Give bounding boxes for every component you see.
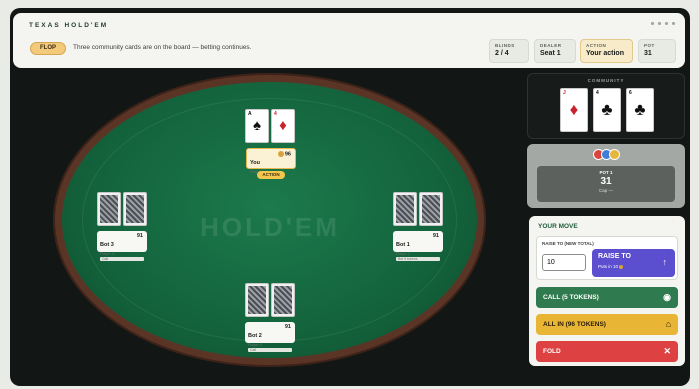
stat-pot: POT 31 <box>638 39 676 63</box>
seat-bot-1: Bot 1 91 Player 2 Bet 5 tokens <box>393 231 443 261</box>
card-back <box>245 283 269 317</box>
community-card: 4 ♣ <box>593 88 621 132</box>
chip-stack-icon: ⌂ <box>665 319 671 329</box>
card-back <box>123 192 147 226</box>
all-in-button[interactable]: ALL IN (96 TOKENS) ⌂ <box>536 314 678 335</box>
seat-bot-3: Bot 3 91 Player 4 Call <box>97 231 147 261</box>
card-back <box>271 283 295 317</box>
move-title: YOUR MOVE <box>538 223 578 230</box>
stat-blinds: BLINDS 2 / 4 <box>489 39 529 63</box>
stat-action: ACTION Your action <box>580 39 633 63</box>
table-watermark: HOLD'EM <box>200 212 340 242</box>
arrow-up-icon: ↑ <box>662 257 668 267</box>
move-panel: YOUR MOVE RAISE TO (NEW TOTAL) RAISE TO … <box>529 216 685 366</box>
community-card: J ♦ <box>560 88 588 132</box>
community-card: 6 ♣ <box>626 88 654 132</box>
chip-icon <box>277 151 284 157</box>
chip-icon <box>619 264 624 269</box>
raise-button[interactable]: RAISE TO Puts in 10 ↑ <box>592 249 675 277</box>
card-back <box>97 192 121 226</box>
raise-box: RAISE TO (NEW TOTAL) RAISE TO Puts in 10… <box>536 236 678 280</box>
community-panel: COMMUNITY J ♦ 4 ♣ 6 ♣ <box>527 73 685 139</box>
seat-bot-2: Bot 2 91 Player 3 Call <box>245 322 295 352</box>
close-icon: ✕ <box>663 346 671 356</box>
seat-you: You 96 Player 1 <box>246 148 296 174</box>
card-back <box>419 192 443 226</box>
phase-badge: FLOP <box>30 42 66 55</box>
status-message: Three community cards are on the board —… <box>73 44 252 51</box>
pot-panel: POT 1 31 Cap — <box>527 144 685 208</box>
fold-button[interactable]: FOLD ✕ <box>536 341 678 362</box>
app-title: TEXAS HOLD'EM <box>29 22 109 29</box>
hole-card: A ♠ <box>245 109 269 143</box>
top-bar: TEXAS HOLD'EM FLOP Three community cards… <box>13 13 685 68</box>
chip-stack-icon <box>593 149 620 160</box>
call-button[interactable]: CALL (5 TOKENS) ◉ <box>536 287 678 308</box>
card-back <box>393 192 417 226</box>
community-label: COMMUNITY <box>587 78 625 83</box>
window-dots-icon <box>651 22 675 25</box>
hole-card: 4 ♦ <box>271 109 295 143</box>
eye-icon: ◉ <box>663 292 671 302</box>
action-badge: ACTION <box>257 171 285 179</box>
pot-value: 31 <box>600 176 612 187</box>
raise-label: RAISE TO (NEW TOTAL) <box>542 241 594 246</box>
raise-amount-input[interactable] <box>542 254 586 271</box>
pot-display: POT 1 31 Cap — <box>537 166 675 202</box>
stat-dealer: DEALER Seat 1 <box>534 39 576 63</box>
